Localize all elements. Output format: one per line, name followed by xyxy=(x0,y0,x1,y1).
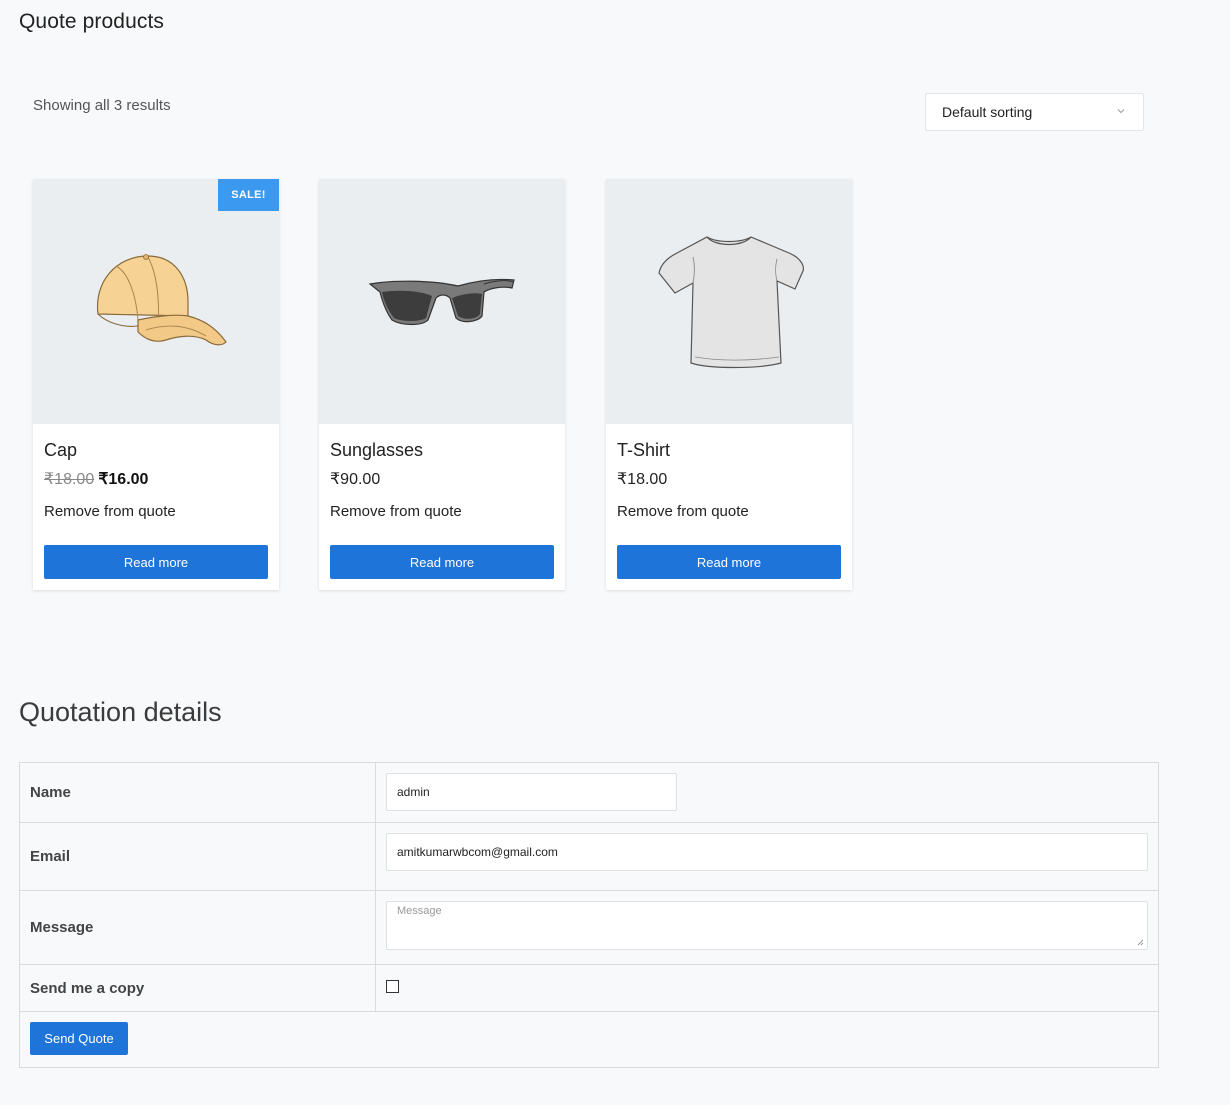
read-more-button[interactable]: Read more xyxy=(44,545,268,579)
product-name[interactable]: T-Shirt xyxy=(617,440,670,461)
result-count: Showing all 3 results xyxy=(33,97,171,114)
remove-from-quote-link[interactable]: Remove from quote xyxy=(617,503,749,520)
regular-price: ₹18.00 xyxy=(44,471,95,488)
copy-label: Send me a copy xyxy=(20,965,376,1011)
product-price: ₹90.00 xyxy=(330,469,380,489)
product-image-sunglasses[interactable] xyxy=(319,179,565,424)
message-placeholder: Message xyxy=(397,905,442,917)
cap-image xyxy=(96,253,227,345)
name-field[interactable]: admin xyxy=(386,773,677,811)
product-name[interactable]: Sunglasses xyxy=(330,440,423,461)
sorting-value: Default sorting xyxy=(942,104,1033,120)
product-card-cap: SALE! Cap ₹18.00 ₹16.00 Remove from quote… xyxy=(33,179,279,590)
product-image-cap[interactable]: SALE! xyxy=(33,179,279,424)
product-price: ₹18.00 ₹16.00 xyxy=(44,469,148,489)
message-row: Message Message xyxy=(20,891,1158,965)
email-field[interactable]: amitkumarwbcom@gmail.com xyxy=(386,833,1148,871)
read-more-button[interactable]: Read more xyxy=(617,545,841,579)
email-row: Email amitkumarwbcom@gmail.com xyxy=(20,823,1158,891)
send-copy-checkbox[interactable] xyxy=(386,980,399,993)
tshirt-image xyxy=(658,235,804,368)
product-price: ₹18.00 xyxy=(617,469,667,489)
message-label: Message xyxy=(20,891,376,964)
quotation-form: Name admin Email amitkumarwbcom@gmail.co… xyxy=(19,762,1159,1068)
sorting-select[interactable]: Default sorting xyxy=(925,93,1144,131)
price-value: ₹18.00 xyxy=(617,471,668,488)
remove-from-quote-link[interactable]: Remove from quote xyxy=(44,503,176,520)
chevron-down-icon xyxy=(1117,109,1125,114)
page-title: Quote products xyxy=(19,10,164,33)
send-quote-button[interactable]: Send Quote xyxy=(30,1022,128,1055)
product-card-tshirt: T-Shirt ₹18.00 Remove from quote Read mo… xyxy=(606,179,852,590)
quotation-title: Quotation details xyxy=(19,697,222,727)
remove-from-quote-link[interactable]: Remove from quote xyxy=(330,503,462,520)
price-value: ₹90.00 xyxy=(330,471,381,488)
message-textarea[interactable]: Message xyxy=(386,901,1148,950)
resize-grip-icon[interactable] xyxy=(1136,938,1144,946)
product-card-sunglasses: Sunglasses ₹90.00 Remove from quote Read… xyxy=(319,179,565,590)
send-row: Send Quote xyxy=(20,1012,1158,1067)
sunglasses-image xyxy=(368,278,515,325)
product-image-tshirt[interactable] xyxy=(606,179,852,424)
copy-row: Send me a copy xyxy=(20,965,1158,1012)
name-label: Name xyxy=(20,763,376,822)
sale-badge: SALE! xyxy=(218,179,279,211)
name-row: Name admin xyxy=(20,763,1158,823)
product-name[interactable]: Cap xyxy=(44,440,77,461)
email-label: Email xyxy=(20,823,376,890)
read-more-button[interactable]: Read more xyxy=(330,545,554,579)
sale-price: ₹16.00 xyxy=(98,471,149,488)
